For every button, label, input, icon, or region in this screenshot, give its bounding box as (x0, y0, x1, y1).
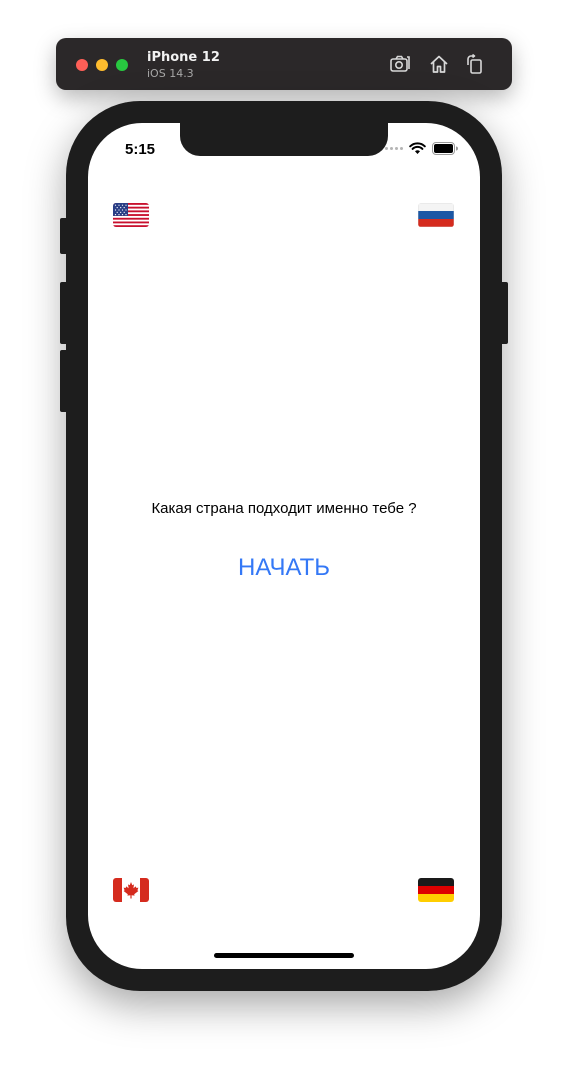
start-button[interactable]: НАЧАТЬ (184, 554, 384, 582)
home-indicator[interactable] (214, 953, 354, 958)
os-version: iOS 14.3 (147, 67, 194, 80)
battery-icon (432, 141, 458, 155)
screenshot-icon[interactable] (389, 53, 411, 75)
phone-screen: 5:15 Какая страна подходит именно тебе ?… (88, 123, 480, 969)
home-icon[interactable] (428, 53, 450, 75)
minimize-window-button[interactable] (96, 59, 108, 71)
wifi-icon (409, 141, 426, 154)
germany-flag-icon[interactable] (418, 878, 454, 902)
status-time: 5:15 (125, 141, 156, 158)
signal-dots-icon (385, 146, 403, 150)
canada-flag-icon[interactable] (113, 878, 149, 902)
notch (180, 123, 388, 156)
simulator-stage: iPhone 12 iOS 14.3 5:15 Какая страна под… (0, 0, 568, 1066)
device-name: iPhone 12 (147, 50, 220, 65)
zoom-window-button[interactable] (116, 59, 128, 71)
usa-flag-icon[interactable] (113, 203, 149, 227)
status-icons (385, 141, 458, 155)
russia-flag-icon[interactable] (418, 203, 454, 227)
simulator-titlebar: iPhone 12 iOS 14.3 (56, 38, 512, 90)
rotate-icon[interactable] (464, 53, 486, 75)
question-text: Какая страна подходит именно тебе ? (151, 500, 417, 517)
close-window-button[interactable] (76, 59, 88, 71)
